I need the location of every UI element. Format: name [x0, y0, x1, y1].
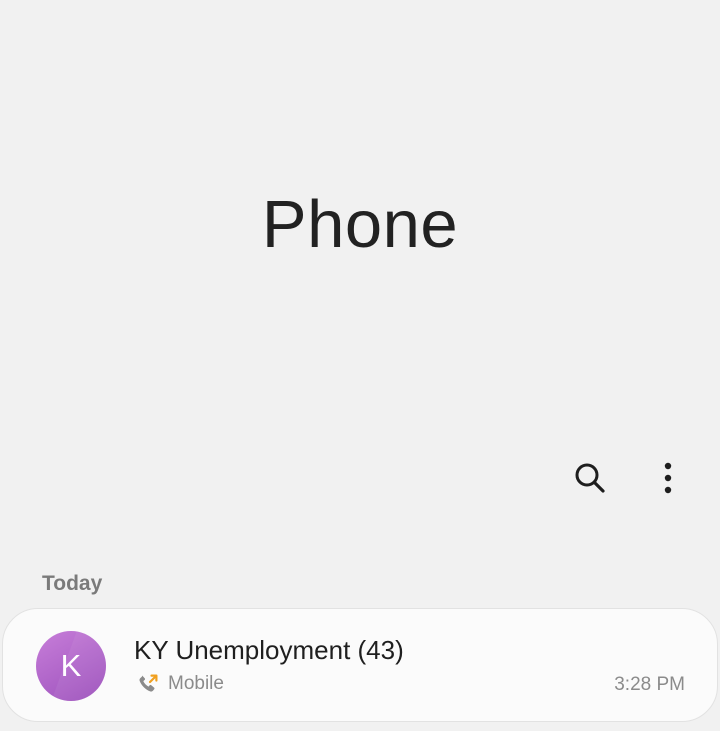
section-header-today: Today [42, 572, 103, 595]
search-icon [575, 463, 605, 493]
more-options-button[interactable] [644, 454, 692, 502]
call-time: 3:28 PM [614, 674, 685, 695]
number-type: Mobile [168, 673, 224, 694]
avatar[interactable]: K [36, 631, 106, 701]
search-button[interactable] [566, 454, 614, 502]
call-log-item[interactable]: K KY Unemployment (43) Mobile 3:28 PM [2, 608, 718, 722]
call-details: Mobile [136, 672, 224, 696]
outgoing-call-icon [139, 674, 158, 692]
contact-name: KY Unemployment (43) [134, 635, 404, 665]
page-title: Phone [261, 187, 459, 262]
avatar-letter: K [60, 648, 82, 683]
phone-app-screen: Phone Today K KY Unemployment (43) Mobil… [0, 0, 720, 731]
action-bar [566, 454, 692, 502]
more-options-icon [664, 462, 672, 494]
